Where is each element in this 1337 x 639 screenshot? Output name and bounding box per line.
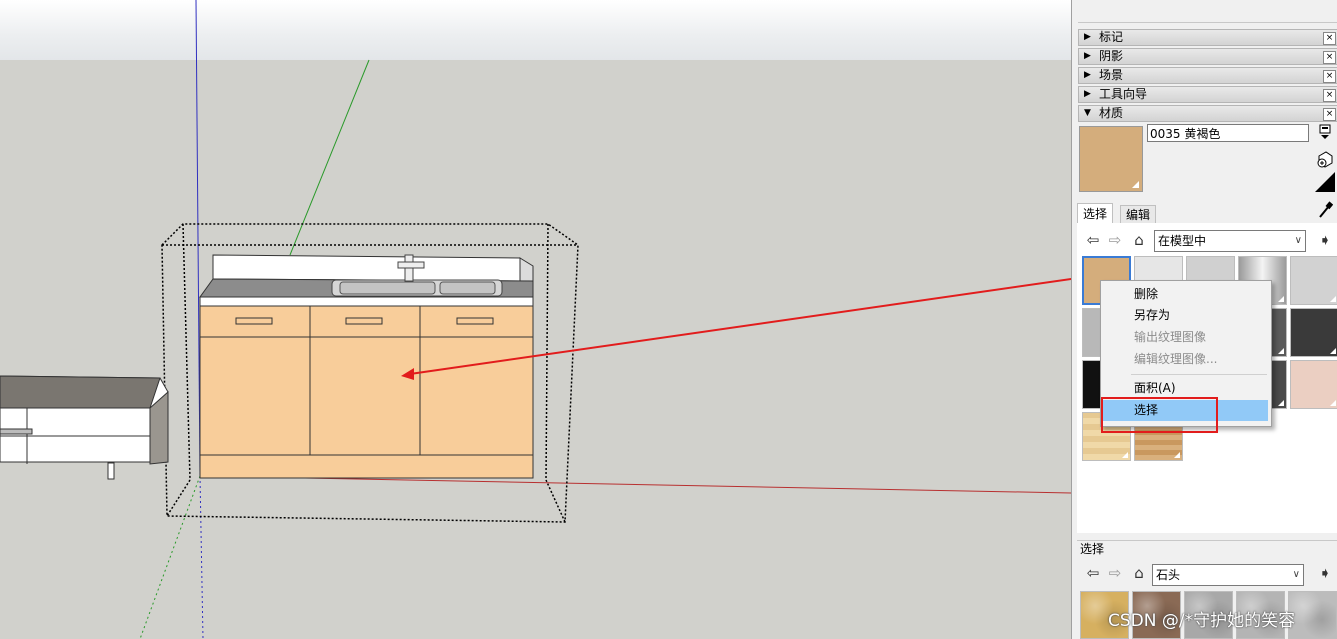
material-swatch[interactable] [1290, 360, 1337, 409]
close-icon[interactable]: × [1323, 89, 1336, 102]
library-select[interactable]: 在模型中 ∨ [1154, 230, 1306, 252]
secondary-select-value: 石头 [1156, 568, 1181, 582]
tray-section-tags[interactable]: ▶ 标记 × [1078, 29, 1337, 46]
home-icon[interactable]: ⌂ [1130, 563, 1148, 583]
menu-item-edit-texture: 编辑纹理图像... [1134, 352, 1218, 366]
close-icon[interactable]: × [1323, 51, 1336, 64]
tray-section-materials[interactable]: ▼ 材质 × [1078, 105, 1337, 122]
annotation-highlight-box [1101, 397, 1218, 433]
collapse-triangle-icon: ▼ [1084, 108, 1091, 118]
menu-separator [1131, 374, 1267, 375]
expand-triangle-icon: ▶ [1084, 70, 1091, 80]
corner-triangle-icon [1122, 452, 1128, 458]
secondary-browser-title: 选择 [1077, 540, 1337, 557]
corner-triangle-icon [1330, 348, 1336, 354]
expand-triangle-icon: ▶ [1084, 32, 1091, 42]
expand-triangle-icon: ▶ [1084, 89, 1091, 99]
tray-section-scenes[interactable]: ▶ 场景 × [1078, 67, 1337, 84]
back-arrow-icon[interactable]: ⇦ [1084, 563, 1102, 583]
back-arrow-icon[interactable]: ⇦ [1084, 230, 1102, 250]
corner-triangle-icon [1174, 452, 1180, 458]
secondary-nav-row: ⇦ ⇨ ⌂ 石头 ∨ ➧ [1084, 563, 1334, 586]
corner-triangle-icon [1278, 296, 1284, 302]
secondary-library-select[interactable]: 石头 ∨ [1152, 564, 1304, 586]
tray-section-shadows[interactable]: ▶ 阴影 × [1078, 48, 1337, 65]
close-icon[interactable]: × [1323, 108, 1336, 121]
section-label: 阴影 [1099, 49, 1124, 63]
section-label: 工具向导 [1099, 87, 1148, 101]
modeling-viewport[interactable] [0, 0, 1071, 639]
menu-item-export-texture: 输出纹理图像 [1134, 330, 1207, 344]
corner-triangle-icon [1330, 296, 1336, 302]
section-label: 标记 [1099, 30, 1124, 44]
create-material-icon[interactable] [1316, 150, 1334, 168]
display-secondary-pane-icon[interactable] [1316, 124, 1334, 142]
close-icon[interactable]: × [1323, 70, 1336, 83]
close-icon[interactable]: × [1323, 32, 1336, 45]
corner-triangle-icon [1330, 400, 1336, 406]
tray-header [1078, 0, 1337, 23]
material-swatch[interactable] [1290, 256, 1337, 305]
corner-triangle-icon [1278, 348, 1284, 354]
menu-item-save-as[interactable]: 另存为 [1101, 305, 1269, 326]
details-arrow-icon[interactable]: ➧ [1316, 230, 1334, 250]
stone-swatch[interactable] [1288, 591, 1337, 639]
tab-edit[interactable]: 编辑 [1120, 205, 1157, 223]
corner-triangle-icon [1132, 181, 1139, 188]
home-icon[interactable]: ⌂ [1130, 230, 1148, 250]
expand-triangle-icon: ▶ [1084, 51, 1091, 61]
library-select-value: 在模型中 [1158, 234, 1207, 248]
chevron-down-icon: ∨ [1292, 569, 1300, 580]
details-arrow-icon[interactable]: ➧ [1316, 563, 1334, 583]
menu-item-delete[interactable]: 删除 [1101, 284, 1269, 305]
tab-select[interactable]: 选择 [1077, 203, 1114, 223]
forward-arrow-icon[interactable]: ⇨ [1106, 563, 1124, 583]
default-material-icon[interactable] [1315, 172, 1335, 192]
corner-triangle-icon [1278, 400, 1284, 406]
library-nav-row: ⇦ ⇨ ⌂ 在模型中 ∨ ➧ [1084, 230, 1334, 252]
section-label: 场景 [1099, 68, 1124, 82]
material-swatch[interactable] [1290, 308, 1337, 357]
forward-arrow-icon[interactable]: ⇨ [1106, 230, 1124, 250]
scene-drawing [0, 0, 1071, 639]
material-name-field[interactable]: 0035 黄褐色 [1147, 124, 1309, 142]
current-material-preview[interactable] [1079, 126, 1143, 192]
material-tabs: 选择 编辑 [1077, 203, 1337, 224]
menu-item-area[interactable]: 面积(A) [1101, 378, 1269, 399]
section-label: 材质 [1099, 106, 1124, 120]
watermark-text: CSDN @/*守护她的笑容 [1108, 611, 1296, 631]
eyedropper-icon[interactable] [1316, 201, 1334, 219]
chevron-down-icon: ∨ [1294, 235, 1302, 246]
tray-section-instructor[interactable]: ▶ 工具向导 × [1078, 86, 1337, 103]
